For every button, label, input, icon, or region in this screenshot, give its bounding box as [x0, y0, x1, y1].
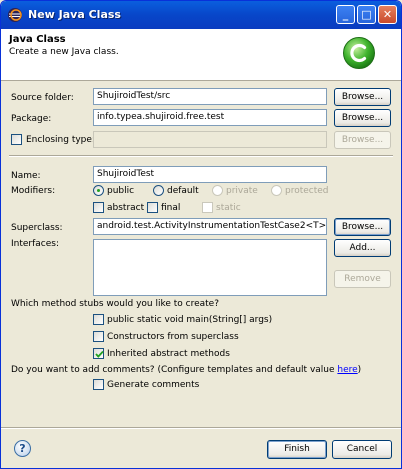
enclosing-type-label: Enclosing type: [26, 135, 95, 145]
modifier-protected-radio [271, 185, 282, 196]
modifier-static-label: static [216, 203, 241, 213]
superclass-browse-button[interactable]: Browse... [334, 218, 391, 236]
wizard-header: Java Class Create a new Java class. [1, 29, 401, 81]
constructors-checkbox[interactable] [93, 331, 104, 342]
footer-separator [1, 427, 401, 429]
package-browse-button[interactable]: Browse... [334, 109, 391, 127]
package-field[interactable]: info.typea.shujiroid.free.test [93, 109, 327, 126]
wizard-title: Java Class [9, 34, 66, 45]
superclass-label: Superclass: [11, 223, 63, 233]
modifier-private-label: private [226, 186, 258, 196]
modifier-final-label: final [161, 203, 181, 213]
comments-question: Do you want to add comments? (Configure … [11, 365, 361, 375]
modifier-public-label: public [107, 186, 135, 196]
generate-comments-checkbox[interactable] [93, 379, 104, 390]
maximize-icon: □ [361, 8, 372, 21]
inherited-methods-label: Inherited abstract methods [107, 349, 230, 359]
java-class-logo-icon [343, 37, 375, 69]
modifier-default-label: default [167, 186, 199, 196]
package-label: Package: [11, 114, 52, 124]
name-label: Name: [11, 171, 41, 181]
separator [9, 155, 393, 157]
modifier-default-radio[interactable] [153, 185, 164, 196]
interfaces-label: Interfaces: [11, 239, 60, 249]
main-method-label: public static void main(String[] args) [107, 315, 273, 325]
new-java-class-dialog: New Java Class _ □ ✕ Java Class Create a… [0, 0, 402, 469]
modifier-private-radio [212, 185, 223, 196]
help-icon: ? [19, 442, 26, 455]
finish-button[interactable]: Finish [267, 440, 327, 459]
enclosing-type-checkbox[interactable] [11, 134, 22, 145]
main-method-checkbox[interactable] [93, 314, 104, 325]
modifier-static-checkbox [202, 202, 213, 213]
modifiers-label: Modifiers: [11, 186, 56, 196]
constructors-label: Constructors from superclass [107, 332, 239, 342]
source-folder-field[interactable]: ShujiroidTest/src [93, 88, 327, 105]
enclosing-type-browse-button: Browse... [334, 131, 391, 149]
maximize-button[interactable]: □ [357, 5, 376, 24]
help-button[interactable]: ? [14, 440, 31, 457]
comments-question-close: ) [357, 365, 362, 375]
modifier-final-checkbox[interactable] [147, 202, 158, 213]
eclipse-icon [8, 8, 22, 22]
modifier-abstract-checkbox[interactable] [93, 202, 104, 213]
minimize-icon: _ [342, 8, 349, 21]
name-field[interactable]: ShujiroidTest [93, 166, 327, 183]
wizard-description: Create a new Java class. [9, 47, 119, 57]
checkmark-icon [95, 350, 104, 358]
modifier-abstract-label: abstract [107, 203, 145, 213]
source-folder-label: Source folder: [11, 93, 74, 103]
interfaces-list[interactable] [93, 239, 327, 296]
window-title: New Java Class [28, 8, 121, 21]
modifier-public-radio[interactable] [93, 185, 104, 196]
source-folder-browse-button[interactable]: Browse... [334, 88, 391, 106]
title-bar[interactable]: New Java Class _ □ ✕ [1, 1, 401, 29]
comments-question-text: Do you want to add comments? (Configure … [11, 365, 338, 375]
close-button[interactable]: ✕ [378, 5, 397, 24]
minimize-button[interactable]: _ [336, 5, 355, 24]
superclass-field[interactable]: android.test.ActivityInstrumentationTest… [93, 218, 327, 235]
method-stubs-question: Which method stubs would you like to cre… [11, 299, 219, 309]
configure-templates-link[interactable]: here [337, 365, 357, 375]
selected-dot [97, 189, 100, 192]
cancel-button[interactable]: Cancel [332, 440, 392, 459]
close-icon: ✕ [382, 8, 393, 21]
modifier-protected-label: protected [285, 186, 329, 196]
enclosing-type-field [93, 131, 327, 148]
interfaces-remove-button: Remove [334, 270, 391, 288]
inherited-methods-checkbox[interactable] [93, 348, 104, 359]
generate-comments-label: Generate comments [107, 380, 200, 390]
interfaces-add-button[interactable]: Add... [334, 239, 391, 257]
